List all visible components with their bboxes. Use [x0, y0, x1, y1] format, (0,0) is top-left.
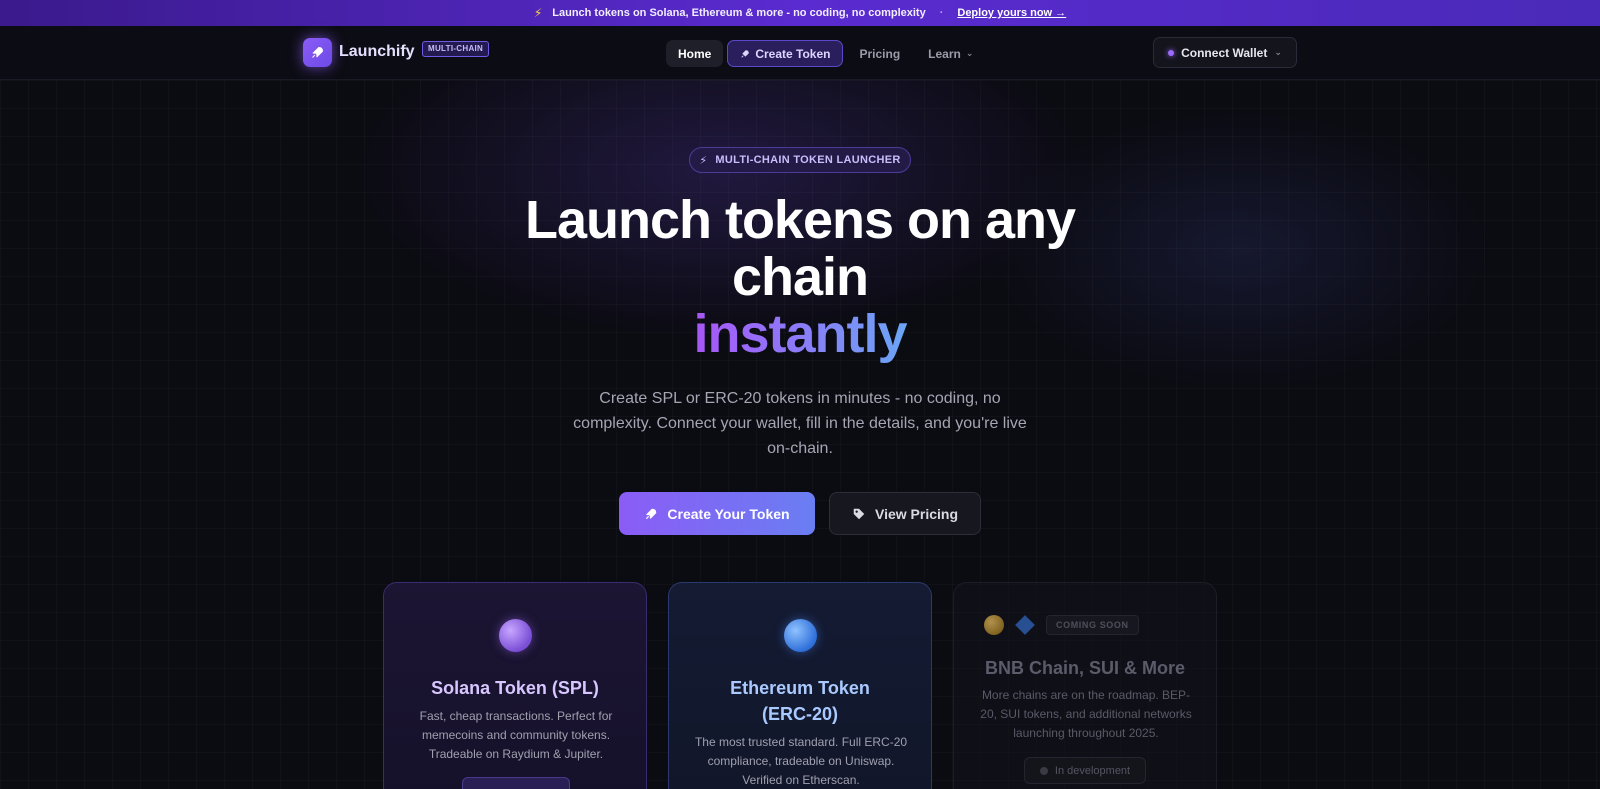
more-chains-card-description: More chains are on the roadmap. BEP-20, …	[980, 688, 1192, 740]
ethereum-card[interactable]: Ethereum Token (ERC-20) The most trusted…	[668, 582, 932, 789]
hero-title-line2: chain	[731, 247, 869, 307]
nav-pricing[interactable]: Pricing	[847, 40, 912, 67]
connect-wallet-button[interactable]: Connect Wallet ⌄	[1153, 37, 1297, 68]
logo[interactable]	[303, 38, 332, 67]
announcement-bar: ⚡ Launch tokens on Solana, Ethereum & mo…	[0, 0, 1600, 26]
rocket-icon	[741, 49, 750, 58]
in-development-label: In development	[1054, 764, 1131, 777]
announcement-text: Launch tokens on Solana, Ethereum & more…	[552, 7, 926, 19]
nav-create-token[interactable]: Create Token	[727, 40, 844, 67]
solana-card-description: Fast, cheap transactions. Perfect for me…	[419, 709, 613, 761]
nav-links: Home Create Token Pricing Learn ⌄	[666, 40, 985, 67]
bnb-icon	[984, 615, 1004, 635]
lightning-icon: ⚡	[533, 6, 543, 20]
wallet-status-dot	[1168, 49, 1175, 56]
announcement-separator: ·	[939, 7, 944, 19]
solana-card[interactable]: Solana Token (SPL) Fast, cheap transacti…	[383, 582, 647, 789]
hero-title-highlight-text: instantly	[693, 304, 907, 364]
ethereum-icon	[784, 619, 817, 652]
sui-icon	[1015, 615, 1035, 635]
solana-card-title: Solana Token (SPL)	[431, 678, 599, 698]
solana-icon	[499, 619, 532, 652]
ethereum-card-description: The most trusted standard. Full ERC-20 c…	[694, 735, 908, 787]
create-token-button[interactable]: Create Your Token	[619, 492, 815, 535]
rocket-icon	[312, 47, 323, 58]
nav-create-token-label: Create Token	[755, 46, 831, 61]
brand-name[interactable]: Launchify	[339, 43, 415, 61]
nav-pricing-label: Pricing	[859, 46, 901, 61]
rocket-icon	[646, 508, 657, 519]
deploy-link[interactable]: Deploy yours now →	[957, 7, 1066, 19]
ethereum-card-title: Ethereum Token (ERC-20)	[730, 678, 870, 724]
solana-price-chip	[462, 777, 570, 789]
create-token-label: Create Your Token	[667, 505, 790, 522]
nav-home-label: Home	[678, 46, 712, 61]
top-nav: Launchify MULTI-CHAIN Home Create Token …	[0, 26, 1600, 80]
chevron-down-icon: ⌄	[1274, 47, 1282, 57]
hero-subtitle: Create SPL or ERC-20 tokens in minutes -…	[573, 390, 1027, 457]
tag-icon	[853, 508, 865, 519]
in-development-badge: In development	[1024, 757, 1146, 784]
chevron-down-icon: ⌄	[965, 48, 974, 58]
coming-soon-badge: COMING SOON	[1046, 615, 1139, 635]
hero-title-highlight: instantly	[400, 306, 1200, 363]
connect-wallet-label: Connect Wallet	[1181, 45, 1268, 60]
multi-chain-badge: MULTI-CHAIN	[422, 41, 490, 57]
lightning-icon: ⚡	[699, 154, 708, 167]
nav-learn-label: Learn	[928, 46, 961, 61]
nav-home[interactable]: Home	[666, 40, 724, 67]
more-chains-card: COMING SOON BNB Chain, SUI & More More c…	[953, 582, 1217, 789]
hero-pill: ⚡ MULTI-CHAIN TOKEN LAUNCHER	[689, 147, 911, 173]
view-pricing-label: View Pricing	[875, 505, 958, 522]
view-pricing-button[interactable]: View Pricing	[829, 492, 981, 535]
status-dot	[1039, 766, 1048, 775]
hero-title: Launch tokens on any chain	[400, 192, 1200, 306]
more-chains-card-title: BNB Chain, SUI & More	[984, 658, 1185, 678]
hero-pill-label: MULTI-CHAIN TOKEN LAUNCHER	[715, 154, 901, 166]
more-chains-icons: COMING SOON	[984, 615, 1139, 635]
nav-learn[interactable]: Learn ⌄	[916, 40, 985, 67]
hero-title-line1: Launch tokens on any	[524, 190, 1076, 250]
